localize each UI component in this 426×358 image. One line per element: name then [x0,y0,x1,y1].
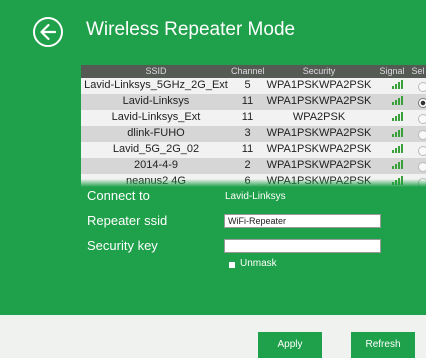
channel-cell: 11 [241,111,254,123]
refresh-button[interactable]: Refresh [351,332,415,358]
ssid-cell: dlink-FUHO [127,127,185,139]
security-cell: WPA2PSK [292,111,346,123]
signal-bars-icon [392,160,405,169]
channel-cell: 5 [244,79,251,91]
unmask-checkbox[interactable] [229,262,235,268]
security-cell: WPA1PSKWPA2PSK [266,159,372,171]
arrow-left-icon [40,23,57,41]
ssid-cell: Lavid_5G_2G_02 [112,143,200,155]
signal-bars-icon [392,128,405,137]
ssid-cell: Lavid-Linksys [122,95,190,107]
connect-to-label: Connect to [87,188,150,203]
header-security: Security [302,66,336,76]
network-table: SSID Channel Security Signal Sel Lavid-L… [81,65,426,187]
repeater-ssid-label: Repeater ssid [87,213,168,228]
ssid-cell: 2014-4-9 [133,159,179,171]
header-channel: Channel [231,66,265,76]
network-radio[interactable] [418,130,426,140]
unmask-label: Unmask [240,258,277,269]
settings-panel: Wireless Repeater Mode SSID Channel Secu… [0,0,426,315]
security-key-label: Security key [87,238,158,253]
header-select: Sel [411,66,425,76]
table-row[interactable]: Lavid-Linksys_5GHz_2G_Ext 5 WPA1PSKWPA2PSK [81,78,426,94]
signal-bars-icon [392,144,405,153]
network-radio[interactable] [418,98,426,108]
channel-cell: 11 [241,143,254,155]
apply-button[interactable]: Apply [258,332,322,358]
table-header: SSID Channel Security Signal Sel [81,65,426,78]
ssid-cell: Lavid-Linksys_Ext [111,111,201,123]
header-ssid: SSID [145,66,167,76]
table-row[interactable]: Lavid-Linksys_Ext 11 WPA2PSK [81,110,426,126]
table-row[interactable]: Lavid-Linksys 11 WPA1PSKWPA2PSK [81,94,426,110]
security-key-input[interactable] [224,239,381,253]
back-button[interactable] [33,17,63,47]
table-body: Lavid-Linksys_5GHz_2G_Ext 5 WPA1PSKWPA2PSK… [81,78,426,187]
channel-cell: 3 [244,127,251,139]
table-row[interactable]: 2014-4-9 2 WPA1PSKWPA2PSK [81,158,426,174]
header-signal: Signal [379,66,405,76]
security-cell: WPA1PSKWPA2PSK [266,95,372,107]
table-row[interactable]: dlink-FUHO 3 WPA1PSKWPA2PSK [81,126,426,142]
ssid-cell: Lavid-Linksys_5GHz_2G_Ext [84,79,228,91]
channel-cell: 11 [241,95,254,107]
network-radio[interactable] [418,82,426,92]
security-cell: WPA1PSKWPA2PSK [266,127,372,139]
network-radio[interactable] [418,114,426,124]
signal-bars-icon [392,112,405,121]
channel-cell: 2 [244,159,251,171]
signal-bars-icon [392,80,405,89]
signal-bars-icon [392,96,405,105]
security-cell: WPA1PSKWPA2PSK [266,143,372,155]
network-radio[interactable] [418,162,426,172]
security-cell: WPA1PSKWPA2PSK [266,79,372,91]
network-radio[interactable] [418,146,426,156]
page-title: Wireless Repeater Mode [86,19,296,40]
repeater-ssid-input[interactable]: WiFi-Repeater [224,214,381,228]
connect-to-value: Lavid-Linksys [225,191,286,202]
table-fade [81,179,426,187]
table-row[interactable]: Lavid_5G_2G_02 11 WPA1PSKWPA2PSK [81,142,426,158]
